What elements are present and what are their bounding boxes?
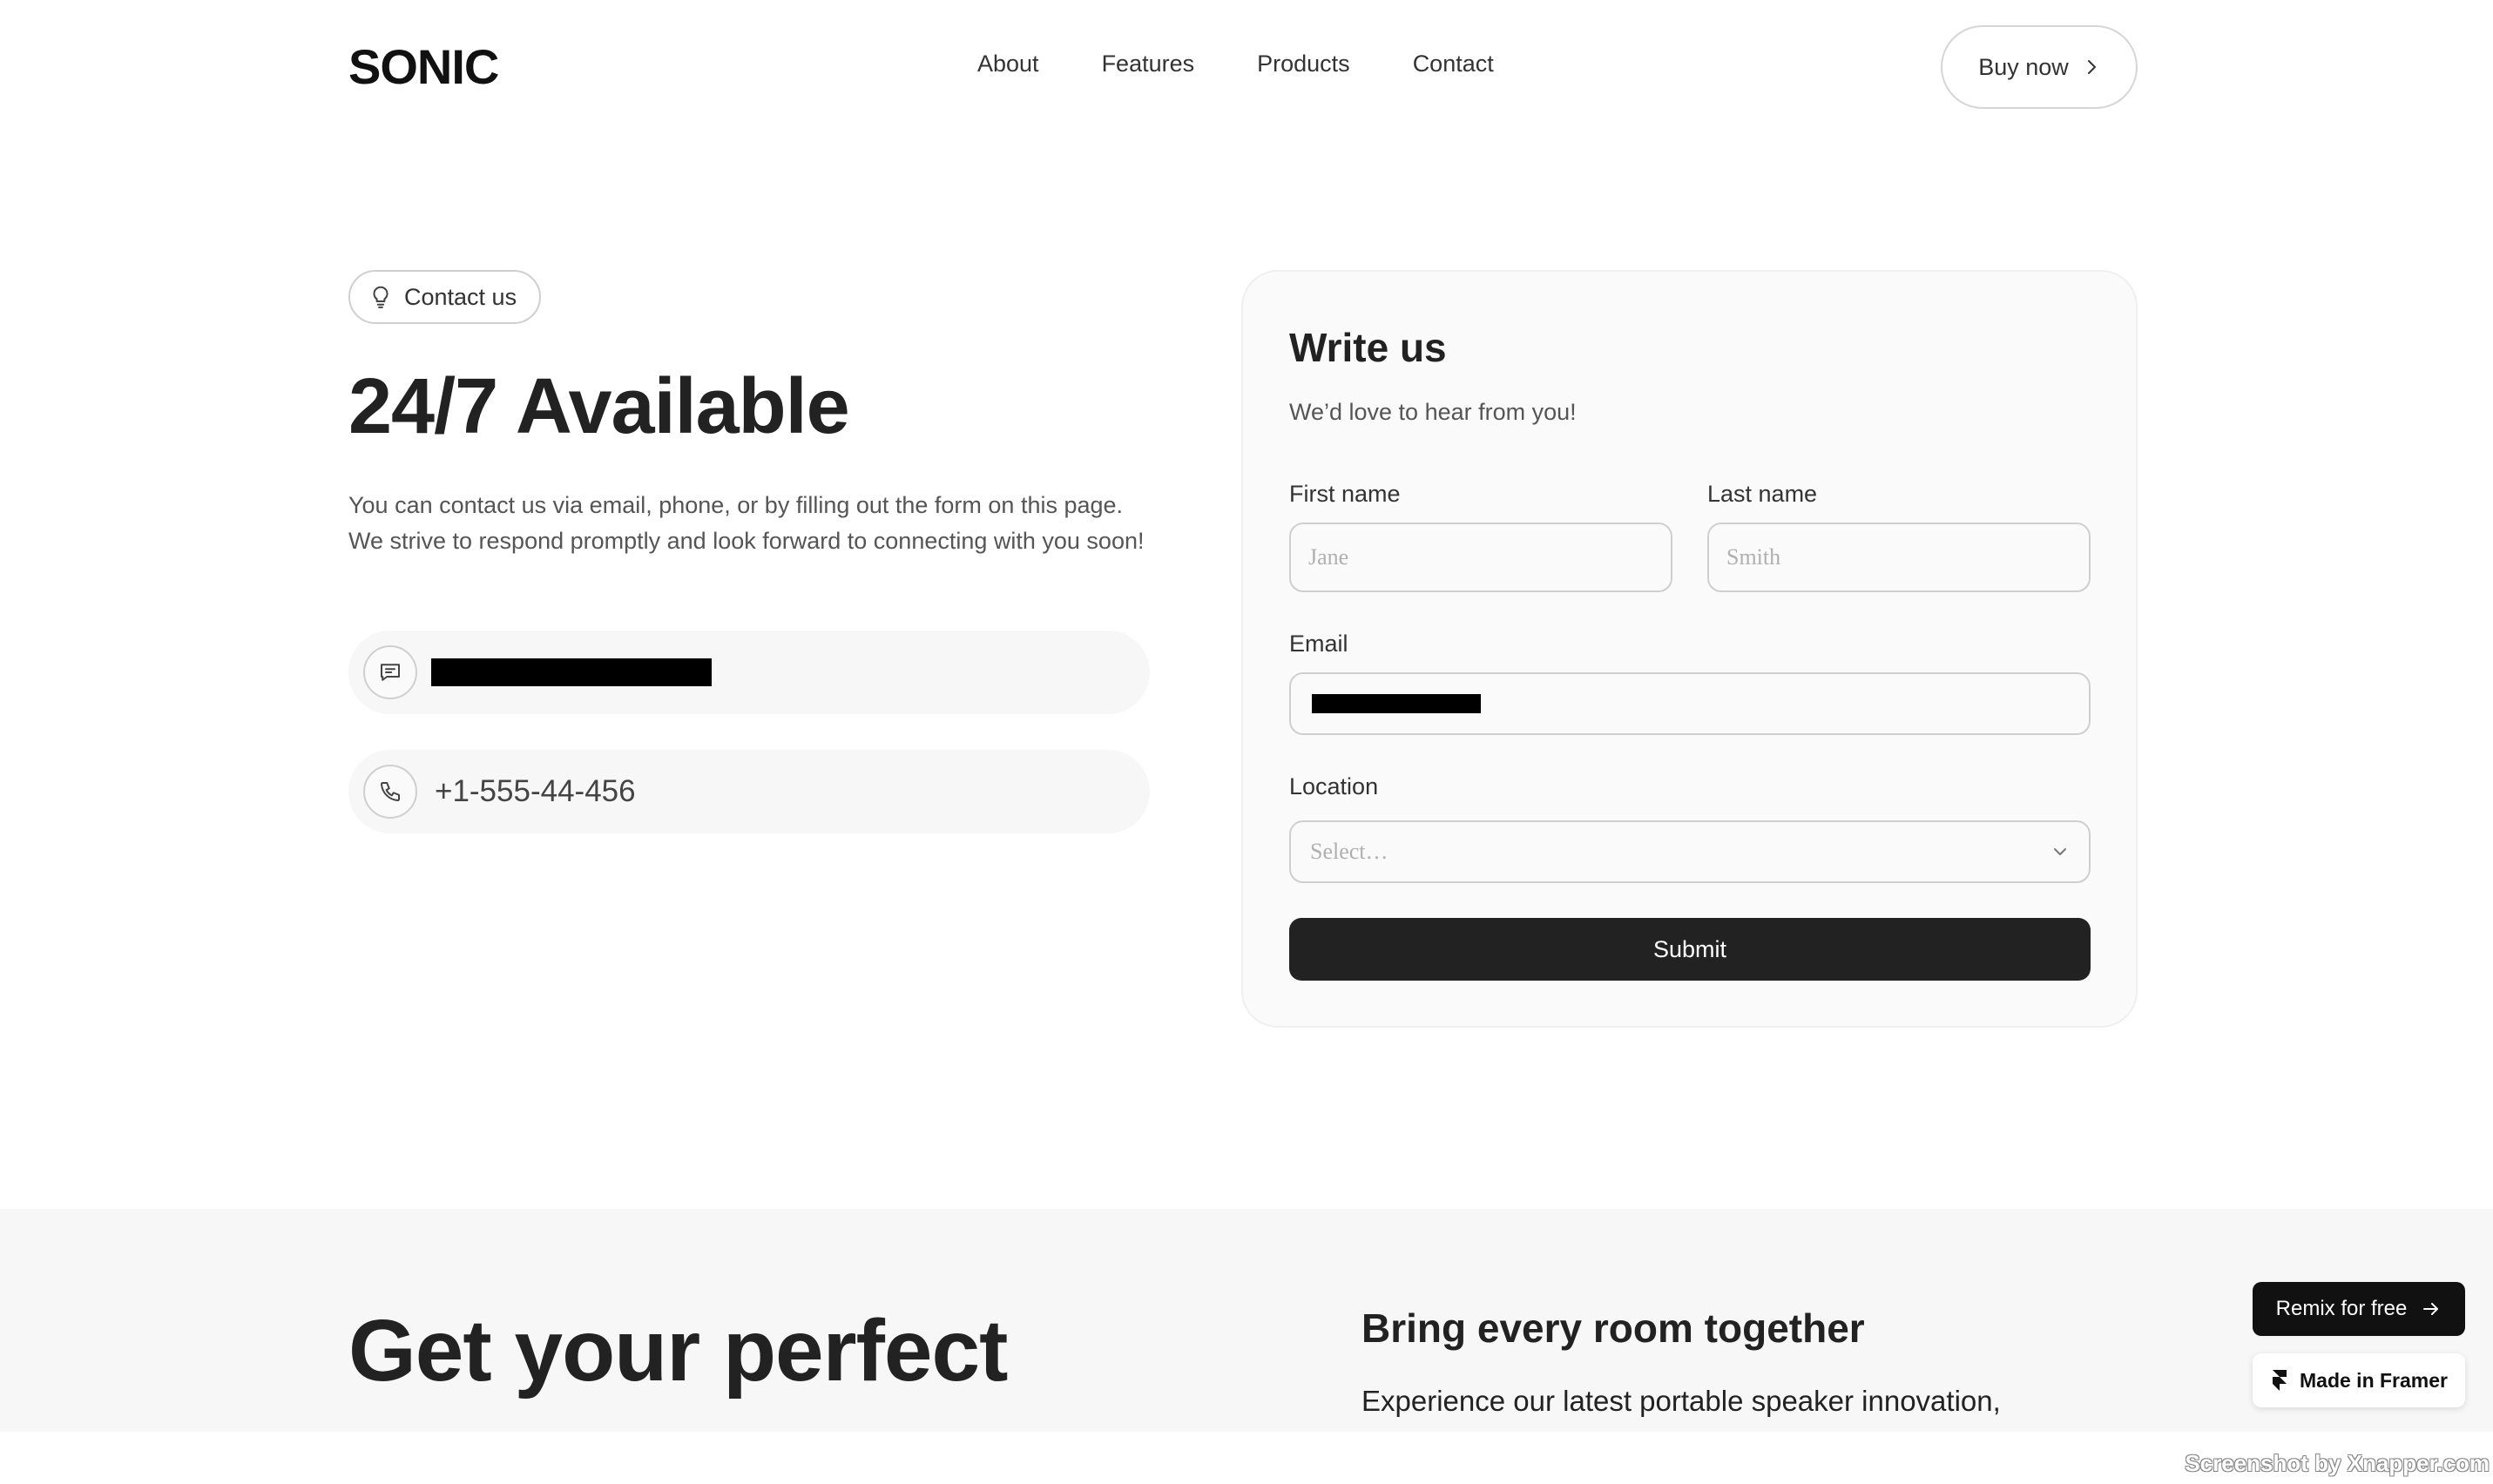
message-icon xyxy=(381,664,400,681)
remix-label: Remix for free xyxy=(2275,1297,2408,1320)
chevron-down-icon xyxy=(2054,848,2066,855)
section-heading: Bring every room together xyxy=(1361,1305,1865,1351)
lightbulb-icon xyxy=(373,286,388,308)
framer-logo-icon xyxy=(2273,1370,2287,1391)
email-contact-row[interactable] xyxy=(348,631,1150,714)
section-title: Get your perfect xyxy=(348,1302,1008,1400)
phone-number: +1-555-44-456 xyxy=(435,774,636,808)
section-text: Experience our latest portable speaker i… xyxy=(1361,1385,2001,1417)
nav-contact[interactable]: Contact xyxy=(1413,51,1494,78)
contact-us-pill: Contact us xyxy=(348,270,542,324)
contact-description: You can contact us via email, phone, or … xyxy=(348,492,1145,554)
location-select[interactable]: Select… xyxy=(1289,820,2091,883)
form-title: Write us xyxy=(1289,325,1447,370)
nav-products[interactable]: Products xyxy=(1257,51,1350,78)
bottom-strip: Screenshot by Xnapper.com xyxy=(0,1432,2493,1484)
chevron-right-icon xyxy=(2087,60,2096,74)
contact-form-card: Write us We’d love to hear from you! Fir… xyxy=(1241,270,2138,1028)
nav-about[interactable]: About xyxy=(977,51,1039,78)
made-in-framer-badge[interactable]: Made in Framer xyxy=(2253,1353,2465,1407)
nav-features[interactable]: Features xyxy=(1102,51,1195,78)
page-title: 24/7 Available xyxy=(348,363,850,450)
form-subtitle: We’d love to hear from you! xyxy=(1289,399,1577,425)
main-nav: About Features Products Contact xyxy=(977,51,1494,78)
phone-contact-row[interactable]: +1-555-44-456 xyxy=(348,750,1150,833)
phone-icon xyxy=(381,782,400,801)
watermark: Screenshot by Xnapper.com xyxy=(2185,1450,2490,1476)
redacted-email-text xyxy=(431,658,712,686)
submit-button[interactable]: Submit xyxy=(1289,918,2091,981)
made-in-framer-label: Made in Framer xyxy=(2300,1368,2448,1392)
product-section: Get your perfect Bring every room togeth… xyxy=(0,1209,2493,1432)
buy-now-label: Buy now xyxy=(1978,53,2069,80)
contact-us-label: Contact us xyxy=(404,283,517,310)
arrow-right-icon xyxy=(2423,1303,2439,1315)
first-name-input[interactable] xyxy=(1289,523,1672,592)
remix-button[interactable]: Remix for free xyxy=(2253,1282,2465,1336)
email-input[interactable] xyxy=(1289,672,2091,735)
message-icon-circle xyxy=(363,645,417,699)
email-label: Email xyxy=(1289,631,1348,657)
location-placeholder: Select… xyxy=(1310,839,1388,864)
buy-now-button[interactable]: Buy now xyxy=(1941,25,2138,109)
last-name-label: Last name xyxy=(1707,481,1818,507)
redacted-email-value xyxy=(1312,694,1481,713)
logo[interactable]: SONIC xyxy=(348,38,499,95)
phone-icon-circle xyxy=(363,765,417,819)
first-name-label: First name xyxy=(1289,481,1401,507)
site-header: SONIC About Features Products Contact Bu… xyxy=(0,0,2493,134)
last-name-input[interactable] xyxy=(1707,523,2091,592)
location-label: Location xyxy=(1289,773,1379,799)
